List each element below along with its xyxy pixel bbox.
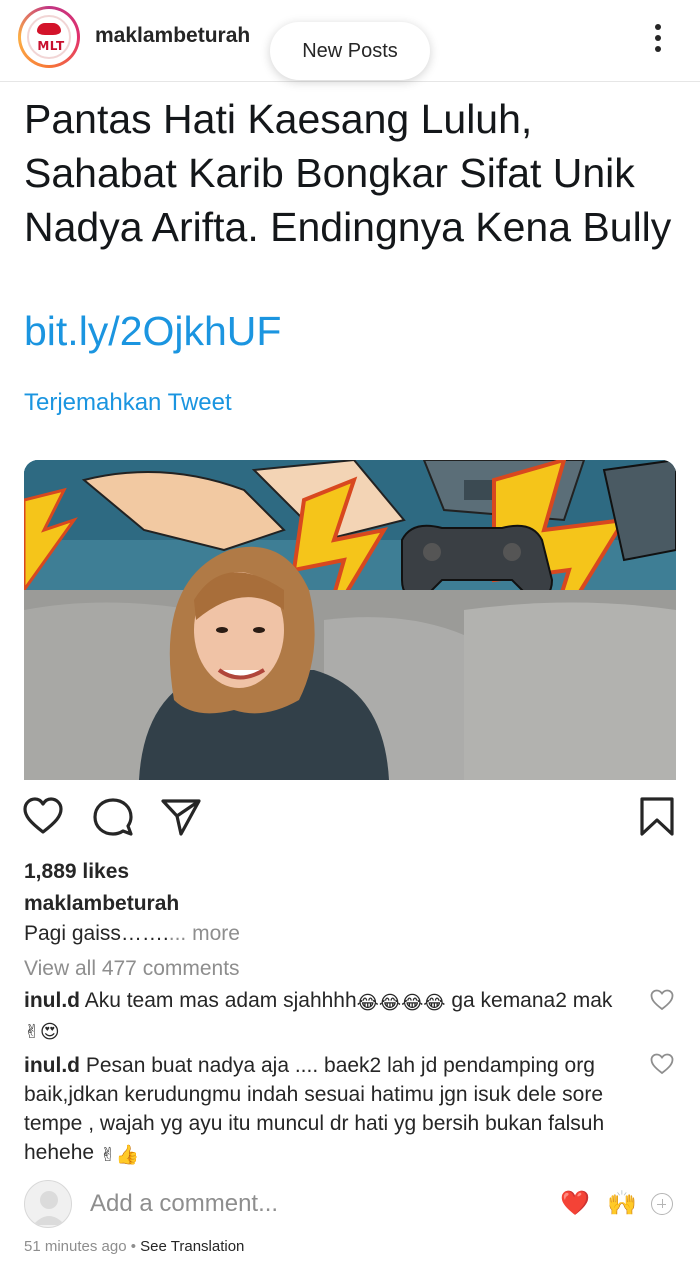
- heart-icon[interactable]: [22, 796, 64, 838]
- comment-icon[interactable]: [92, 796, 134, 838]
- caption-more-link[interactable]: ... more: [169, 922, 240, 945]
- see-translation-link[interactable]: See Translation: [140, 1238, 244, 1255]
- caption: Pagi gaiss…….... more: [24, 922, 240, 946]
- comment-item: inul.d Pesan buat nadya aja .... baek2 l…: [24, 1051, 634, 1167]
- caption-username[interactable]: maklambeturah: [24, 892, 179, 916]
- comment-emoji: ✌👍: [99, 1145, 140, 1166]
- more-options-icon[interactable]: [646, 22, 670, 54]
- comment-username[interactable]: inul.d: [24, 989, 80, 1012]
- add-emoji-icon[interactable]: [651, 1193, 673, 1215]
- caption-text: Pagi gaiss…….: [24, 922, 169, 945]
- comment-like-heart-icon[interactable]: [650, 989, 674, 1011]
- comment-text: Aku team mas adam sjahhhh: [84, 989, 357, 1012]
- my-avatar: [24, 1180, 72, 1228]
- share-icon[interactable]: [160, 796, 202, 838]
- add-comment-row: Add a comment... ❤️ 🙌: [0, 1176, 700, 1232]
- comment-item: inul.d Aku team mas adam sjahhhh😂😂😂😂 ga …: [24, 986, 634, 1044]
- new-posts-button[interactable]: New Posts: [270, 22, 430, 80]
- view-all-comments-link[interactable]: View all 477 comments: [24, 957, 240, 981]
- comment-like-heart-icon[interactable]: [650, 1053, 674, 1075]
- action-bar: [0, 796, 700, 846]
- quick-reaction-raised-hands[interactable]: 🙌: [607, 1190, 637, 1218]
- post-timestamp: 51 minutes ago • See Translation: [24, 1238, 245, 1255]
- username[interactable]: maklambeturah: [95, 24, 250, 48]
- post-image-illustration: [24, 460, 676, 780]
- quick-reaction-heart[interactable]: ❤️: [560, 1190, 590, 1218]
- comment-text-continued: ga kemana2 mak: [445, 989, 613, 1012]
- comment-emoji: ✌😍: [24, 1022, 60, 1043]
- logo-text: MLT: [37, 39, 65, 53]
- comment-username[interactable]: inul.d: [24, 1054, 80, 1077]
- tweet-text: Pantas Hati Kaesang Luluh, Sahabat Karib…: [24, 96, 672, 250]
- translate-tweet-link[interactable]: Terjemahkan Tweet: [24, 389, 232, 417]
- comment-emoji: 😂😂😂😂: [356, 993, 446, 1014]
- tweet-link[interactable]: bit.ly/2OjkhUF: [24, 308, 281, 355]
- add-comment-input[interactable]: Add a comment...: [90, 1190, 278, 1218]
- post-image[interactable]: [24, 460, 676, 780]
- lips-icon: [37, 23, 61, 35]
- bookmark-icon[interactable]: [636, 796, 678, 838]
- time-ago: 51 minutes ago: [24, 1238, 127, 1255]
- profile-avatar[interactable]: MLT: [18, 6, 80, 68]
- default-avatar-icon: [33, 1191, 65, 1225]
- avatar-logo: MLT: [27, 15, 71, 59]
- likes-count[interactable]: 1,889 likes: [24, 860, 129, 884]
